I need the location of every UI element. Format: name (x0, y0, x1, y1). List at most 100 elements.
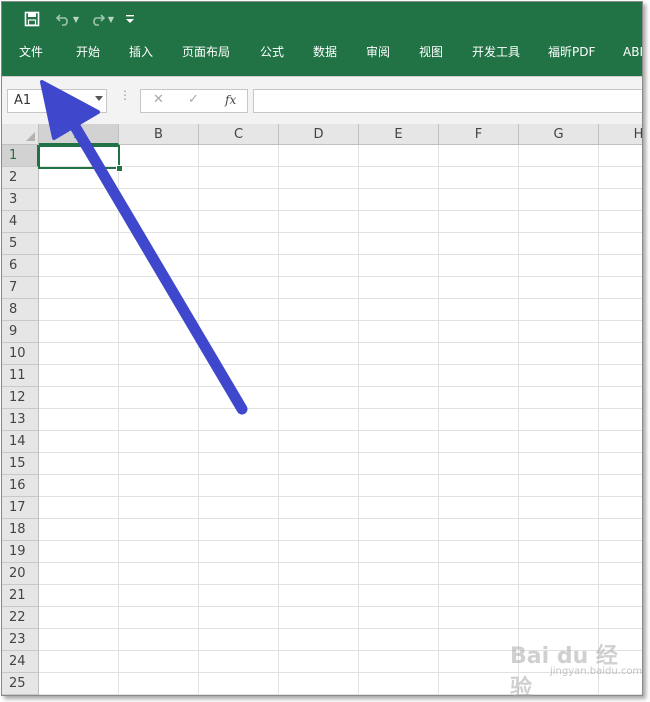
name-box-value: A1 (14, 93, 32, 108)
formula-controls: ✕ ✓ fx (140, 89, 248, 113)
gridline-horizontal (39, 496, 642, 497)
chevron-down-icon[interactable] (95, 96, 103, 101)
customize-qat-button[interactable] (124, 8, 136, 30)
gridline-horizontal (39, 364, 642, 365)
column-header[interactable]: E (359, 124, 439, 145)
gridline-horizontal (39, 606, 642, 607)
row-header[interactable]: 14 (2, 431, 39, 453)
gridline-horizontal (39, 342, 642, 343)
customize-qat-icon (126, 15, 134, 23)
name-box[interactable]: A1 (7, 89, 107, 113)
title-bar: ▼ ▼ (2, 2, 642, 36)
gridline-vertical (358, 145, 359, 695)
gridline-horizontal (39, 474, 642, 475)
save-icon (24, 11, 40, 27)
row-header[interactable]: 7 (2, 277, 39, 299)
gridline-horizontal (39, 518, 642, 519)
gridline-horizontal (39, 210, 642, 211)
select-all-corner[interactable] (2, 124, 39, 145)
baidu-watermark: Bai du 经验 jingyan.baidu.com (510, 636, 642, 701)
row-header[interactable]: 5 (2, 233, 39, 255)
redo-button[interactable]: ▼ (87, 8, 117, 30)
gridline-horizontal (39, 276, 642, 277)
cancel-icon[interactable]: ✕ (153, 92, 164, 107)
column-header[interactable]: H (599, 124, 642, 145)
enter-icon[interactable]: ✓ (188, 92, 199, 107)
tab-page-layout[interactable]: 页面布局 (182, 36, 230, 70)
column-header[interactable]: D (279, 124, 359, 145)
gridline-horizontal (39, 408, 642, 409)
active-cell-a1[interactable] (38, 145, 120, 169)
column-header[interactable]: C (199, 124, 279, 145)
row-header[interactable]: 20 (2, 563, 39, 585)
row-header[interactable]: 8 (2, 299, 39, 321)
formula-bar: A1 ⋮ ✕ ✓ fx (2, 76, 642, 125)
redo-dropdown-icon[interactable]: ▼ (108, 15, 114, 24)
gridline-horizontal (39, 320, 642, 321)
row-header[interactable]: 22 (2, 607, 39, 629)
row-header[interactable]: 17 (2, 497, 39, 519)
gridline-vertical (438, 145, 439, 695)
tab-data[interactable]: 数据 (313, 36, 337, 70)
gridline-vertical (598, 145, 599, 695)
row-header[interactable]: 24 (2, 651, 39, 673)
tab-developer[interactable]: 开发工具 (472, 36, 520, 70)
tab-file[interactable]: 文件 (19, 36, 43, 70)
tab-review[interactable]: 审阅 (366, 36, 390, 70)
column-header[interactable]: B (119, 124, 199, 145)
gridline-horizontal (39, 562, 642, 563)
row-header[interactable]: 16 (2, 475, 39, 497)
row-header[interactable]: 19 (2, 541, 39, 563)
excel-window: ▼ ▼ 文件 开始 插入 页面布局 公式 数据 审阅 视图 开发工具 福昕PDF… (1, 1, 643, 696)
ribbon-tabs: 文件 开始 插入 页面布局 公式 数据 审阅 视图 开发工具 福昕PDF ABI (2, 36, 642, 76)
worksheet-grid[interactable]: A B C D E F G H 1 2 3 4 5 6 7 8 9 10 11 12 13 14 15 16 17 18 19 20 2… (2, 124, 642, 695)
column-header[interactable]: A (39, 124, 119, 145)
gridline-horizontal (39, 166, 642, 167)
column-header[interactable]: G (519, 124, 599, 145)
gridline-horizontal (39, 188, 642, 189)
gridline-horizontal (39, 386, 642, 387)
undo-button[interactable]: ▼ (52, 8, 82, 30)
gridline-horizontal (39, 430, 642, 431)
undo-icon (55, 14, 68, 26)
gridline-vertical (518, 145, 519, 695)
row-header[interactable]: 25 (2, 673, 39, 695)
row-header[interactable]: 12 (2, 387, 39, 409)
gridline-horizontal (39, 540, 642, 541)
save-button[interactable] (22, 8, 42, 30)
tab-insert[interactable]: 插入 (129, 36, 153, 70)
gridline-vertical (198, 145, 199, 695)
row-header[interactable]: 23 (2, 629, 39, 651)
row-header[interactable]: 13 (2, 409, 39, 431)
row-header[interactable]: 18 (2, 519, 39, 541)
gridline-horizontal (39, 254, 642, 255)
row-header[interactable]: 6 (2, 255, 39, 277)
row-header[interactable]: 4 (2, 211, 39, 233)
formula-input[interactable] (253, 89, 642, 113)
redo-icon (93, 14, 106, 26)
tab-foxit-pdf[interactable]: 福昕PDF (548, 36, 595, 70)
row-header[interactable]: 2 (2, 167, 39, 189)
gridline-horizontal (39, 584, 642, 585)
formula-bar-grip-icon[interactable]: ⋮ (119, 89, 131, 101)
fill-handle[interactable] (116, 165, 123, 172)
tab-abbyy[interactable]: ABI (623, 36, 642, 70)
row-header[interactable]: 9 (2, 321, 39, 343)
insert-function-icon[interactable]: fx (225, 93, 236, 107)
row-header[interactable]: 3 (2, 189, 39, 211)
tab-view[interactable]: 视图 (419, 36, 443, 70)
gridline-horizontal (39, 298, 642, 299)
row-header[interactable]: 21 (2, 585, 39, 607)
column-header[interactable]: F (439, 124, 519, 145)
tab-home[interactable]: 开始 (76, 36, 100, 70)
watermark-subtext: jingyan.baidu.com (550, 666, 643, 677)
row-header[interactable]: 11 (2, 365, 39, 387)
undo-dropdown-icon[interactable]: ▼ (73, 15, 79, 24)
gridline-vertical (118, 145, 119, 695)
row-header[interactable]: 1 (2, 145, 39, 167)
gridline-horizontal (39, 232, 642, 233)
tab-formulas[interactable]: 公式 (260, 36, 284, 70)
gridline-vertical (278, 145, 279, 695)
row-header[interactable]: 15 (2, 453, 39, 475)
row-header[interactable]: 10 (2, 343, 39, 365)
